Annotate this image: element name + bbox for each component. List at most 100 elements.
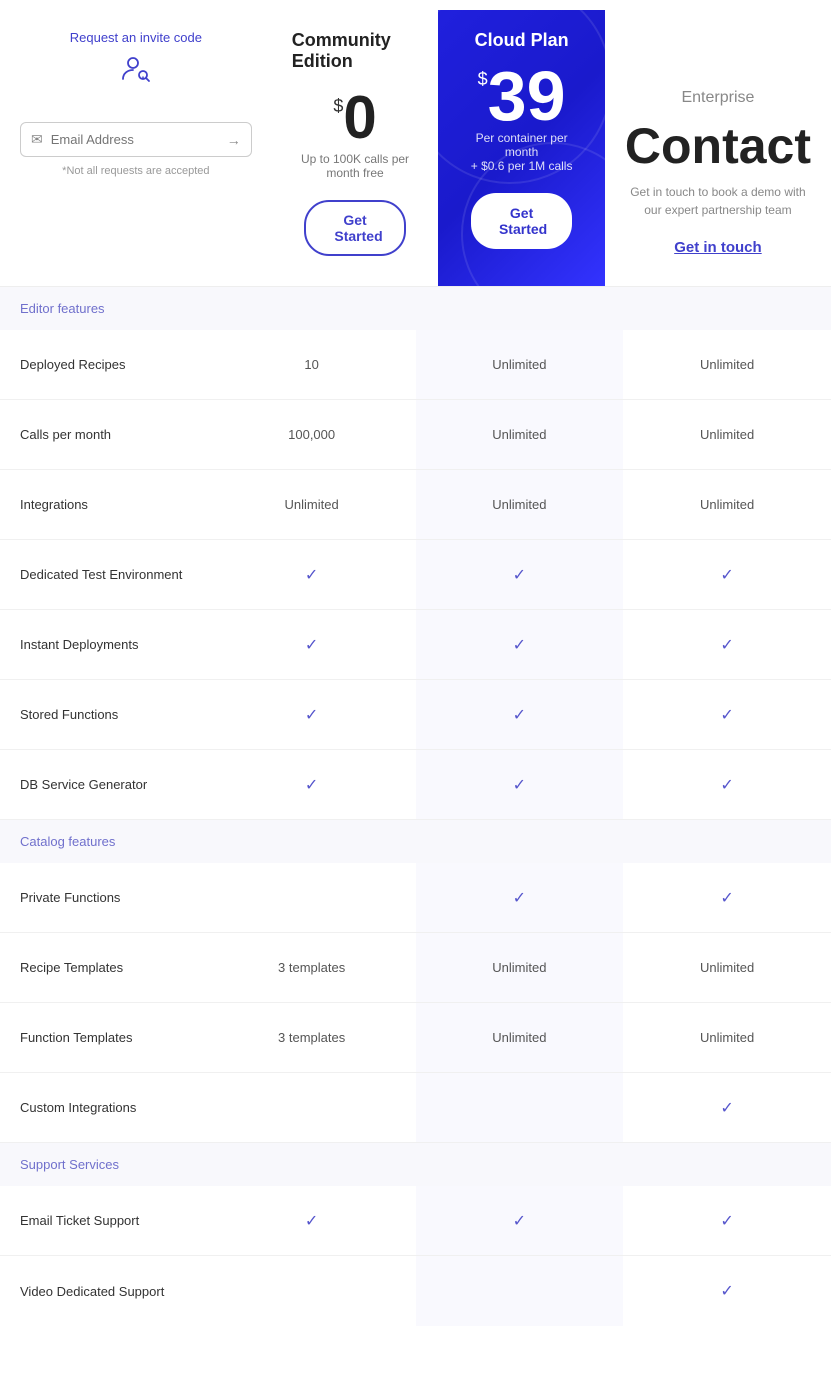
feature-name: Stored Functions — [0, 680, 208, 749]
community-plan-name: Community Edition — [292, 30, 419, 72]
check-icon: ✓ — [513, 705, 526, 725]
enterprise-subtitle: Get in touch to book a demo with our exp… — [625, 183, 811, 219]
feature-name: Custom Integrations — [0, 1073, 208, 1142]
cloud-value: Unlimited — [416, 470, 624, 539]
feature-row: Function Templates3 templatesUnlimitedUn… — [0, 1003, 831, 1073]
invite-link[interactable]: Request an invite code — [70, 30, 202, 45]
enterprise-value: Unlimited — [623, 400, 831, 469]
not-accepted-note: *Not all requests are accepted — [62, 165, 209, 177]
check-icon: ✓ — [720, 888, 733, 908]
cloud-subtitle: Per container per month + $0.6 per 1M ca… — [458, 131, 585, 173]
community-value: ✓ — [208, 1186, 416, 1255]
feature-name: Deployed Recipes — [0, 330, 208, 399]
community-price-display: $ 0 — [333, 88, 376, 148]
community-value: 3 templates — [208, 1003, 416, 1072]
section-header: Editor features — [0, 287, 831, 330]
feature-row: Custom Integrations ✓ — [0, 1073, 831, 1143]
feature-row: Private Functions ✓ ✓ — [0, 863, 831, 933]
feature-name: Video Dedicated Support — [0, 1256, 208, 1326]
cloud-value: ✓ — [416, 1186, 624, 1255]
check-icon: ✓ — [720, 1098, 733, 1118]
feature-name: Function Templates — [0, 1003, 208, 1072]
feature-name: Dedicated Test Environment — [0, 540, 208, 609]
community-value — [208, 863, 416, 932]
cloud-value: Unlimited — [416, 330, 624, 399]
community-value: Unlimited — [208, 470, 416, 539]
feature-row: Deployed Recipes10UnlimitedUnlimited — [0, 330, 831, 400]
feature-row: IntegrationsUnlimitedUnlimitedUnlimited — [0, 470, 831, 540]
feature-row: Stored Functions ✓ ✓ ✓ — [0, 680, 831, 750]
feature-row: Calls per month100,000UnlimitedUnlimited — [0, 400, 831, 470]
section-header: Catalog features — [0, 820, 831, 863]
check-icon: ✓ — [720, 1211, 733, 1231]
cloud-value: ✓ — [416, 750, 624, 819]
community-value: ✓ — [208, 610, 416, 679]
submit-arrow-icon[interactable]: → — [227, 132, 241, 148]
community-value: 3 templates — [208, 933, 416, 1002]
check-icon: ✓ — [720, 705, 733, 725]
cloud-value: Unlimited — [416, 1003, 624, 1072]
enterprise-value: Unlimited — [623, 470, 831, 539]
community-subtitle: Up to 100K calls per month free — [292, 152, 419, 180]
cloud-price-display: $ 39 — [478, 61, 566, 131]
check-icon: ✓ — [513, 775, 526, 795]
check-icon: ✓ — [305, 565, 318, 585]
enterprise-value: ✓ — [623, 680, 831, 749]
feature-row: Recipe Templates3 templatesUnlimitedUnli… — [0, 933, 831, 1003]
check-icon: ✓ — [305, 1211, 318, 1231]
enterprise-label: Enterprise — [681, 89, 754, 107]
feature-name: Calls per month — [0, 400, 208, 469]
enterprise-value: ✓ — [623, 610, 831, 679]
feature-name: Email Ticket Support — [0, 1186, 208, 1255]
community-value — [208, 1256, 416, 1326]
get-in-touch-button[interactable]: Get in touch — [674, 239, 762, 256]
feature-row: DB Service Generator✓✓✓ — [0, 750, 831, 820]
email-icon: ✉ — [31, 131, 43, 148]
enterprise-value: ✓ — [623, 750, 831, 819]
enterprise-value: ✓ — [623, 540, 831, 609]
enterprise-value: ✓ — [623, 1256, 831, 1326]
enterprise-value: ✓ — [623, 863, 831, 932]
cloud-value: Unlimited — [416, 400, 624, 469]
section-header: Support Services — [0, 1143, 831, 1186]
invite-section: Request an invite code — [70, 30, 202, 102]
feature-name: Recipe Templates — [0, 933, 208, 1002]
features-table: Editor features Deployed Recipes10Unlimi… — [0, 286, 831, 1326]
check-icon: ✓ — [720, 635, 733, 655]
cloud-value: ✓ — [416, 863, 624, 932]
community-dollar-sign: $ — [333, 96, 343, 117]
check-icon: ✓ — [513, 1211, 526, 1231]
community-get-started-button[interactable]: Get Started — [304, 200, 405, 256]
cloud-value: ✓ — [416, 680, 624, 749]
community-value: ✓ — [208, 540, 416, 609]
community-plan-col: Community Edition $ 0 Up to 100K calls p… — [272, 10, 439, 286]
section-label: Editor features — [20, 301, 218, 316]
check-icon: ✓ — [720, 565, 733, 585]
cloud-get-started-button[interactable]: Get Started — [471, 193, 572, 249]
invite-icon — [70, 53, 202, 92]
email-input-wrap[interactable]: ✉ → — [20, 122, 252, 157]
section-label: Catalog features — [20, 834, 218, 849]
enterprise-value: Unlimited — [623, 1003, 831, 1072]
check-icon: ✓ — [720, 775, 733, 795]
enterprise-value: Unlimited — [623, 330, 831, 399]
email-input[interactable] — [51, 132, 227, 147]
cloud-dollar-sign: $ — [478, 69, 488, 90]
feature-name: Private Functions — [0, 863, 208, 932]
feature-row: Email Ticket Support ✓ ✓ ✓ — [0, 1186, 831, 1256]
check-icon: ✓ — [513, 635, 526, 655]
check-icon: ✓ — [513, 888, 526, 908]
community-value — [208, 1073, 416, 1142]
check-icon: ✓ — [513, 565, 526, 585]
pricing-header: Request an invite code ✉ → *Not all requ… — [0, 0, 831, 286]
check-icon: ✓ — [305, 705, 318, 725]
cloud-value: ✓ — [416, 610, 624, 679]
check-icon: ✓ — [305, 775, 318, 795]
cloud-plan-col: Cloud Plan $ 39 Per container per month … — [438, 10, 605, 286]
cloud-value: ✓ — [416, 540, 624, 609]
feature-row: Dedicated Test Environment ✓ ✓ ✓ — [0, 540, 831, 610]
community-value: ✓ — [208, 680, 416, 749]
enterprise-value: Unlimited — [623, 933, 831, 1002]
feature-row: Video Dedicated Support ✓ — [0, 1256, 831, 1326]
enterprise-title: Contact — [625, 117, 811, 175]
